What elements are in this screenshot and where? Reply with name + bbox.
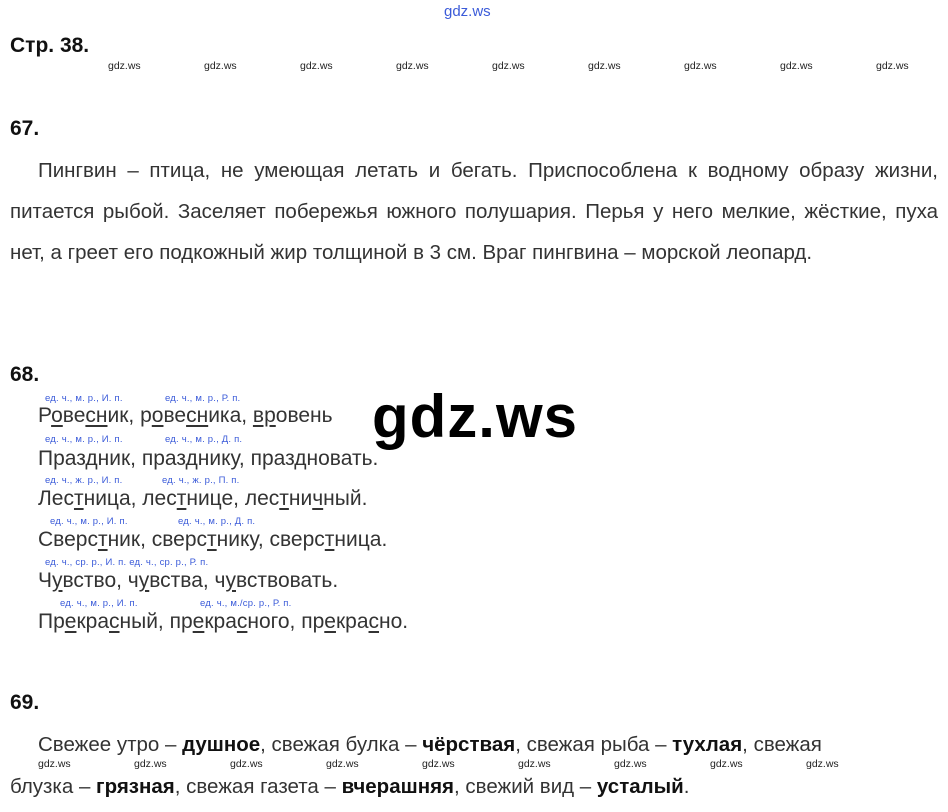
annotation: ед. ч., м. р., И. п. [50, 516, 128, 527]
word-row-1: Ровесник, ровесника, вровень [38, 404, 333, 427]
exercise-69-line-2: блузка – грязная, свежая газета – вчераш… [10, 775, 690, 798]
small-watermark: gdz.ws [38, 758, 71, 770]
small-watermark: gdz.ws [710, 758, 743, 770]
annotation: ед. ч., ср. р., И. п. ед. ч., ср. р., Р.… [45, 557, 209, 568]
word-row-3: Лестница, лестнице, лестничный. [38, 487, 368, 510]
small-watermark: gdz.ws [396, 60, 429, 72]
exercise-67-number: 67. [10, 117, 40, 140]
annotation: ед. ч., м. р., Р. п. [165, 393, 241, 404]
small-watermark: gdz.ws [780, 60, 813, 72]
small-watermark: gdz.ws [588, 60, 621, 72]
small-watermark: gdz.ws [300, 60, 333, 72]
small-watermark: gdz.ws [108, 60, 141, 72]
annotation: ед. ч., ж. р., П. п. [162, 475, 240, 486]
annotation: ед. ч., м. р., И. п. [45, 434, 123, 445]
small-watermark: gdz.ws [806, 758, 839, 770]
small-watermark: gdz.ws [134, 758, 167, 770]
small-watermark: gdz.ws [518, 758, 551, 770]
small-watermark: gdz.ws [876, 60, 909, 72]
word-row-2: Праздник, празднику, праздновать. [38, 447, 379, 470]
small-watermark: gdz.ws [684, 60, 717, 72]
small-watermark: gdz.ws [614, 758, 647, 770]
small-watermark: gdz.ws [204, 60, 237, 72]
word-row-4: Сверстник, сверстнику, сверстница. [38, 528, 388, 551]
exercise-67-paragraph: Пингвин – птица, не умеющая летать и бег… [10, 159, 938, 264]
annotation: ед. ч., м. р., Д. п. [178, 516, 256, 527]
exercise-69-number: 69. [10, 691, 40, 714]
small-watermark: gdz.ws [230, 758, 263, 770]
top-watermark: gdz.ws [444, 3, 491, 20]
page-reference: Стр. 38. [10, 34, 90, 57]
annotation: ед. ч., м. р., И. п. [45, 393, 123, 404]
annotation: ед. ч., м. р., Д. п. [165, 434, 243, 445]
exercise-67-text: Пингвин – птица, не умеющая летать и бег… [10, 150, 938, 273]
exercise-68-number: 68. [10, 363, 40, 386]
annotation: ед. ч., ж. р., И. п. [45, 475, 123, 486]
word-row-6: Прекрасный, прекрасного, прекрасно. [38, 610, 409, 633]
annotation: ед. ч., м. р., И. п. [60, 598, 138, 609]
word-row-5: Чувство, чувства, чувствовать. [38, 569, 339, 592]
small-watermark: gdz.ws [492, 60, 525, 72]
small-watermark: gdz.ws [326, 758, 359, 770]
annotation: ед. ч., м./ср. р., Р. п. [200, 598, 292, 609]
small-watermark: gdz.ws [422, 758, 455, 770]
center-watermark: gdz.ws [372, 383, 579, 450]
exercise-69-line-1: Свежее утро – душное, свежая булка – чёр… [38, 733, 822, 756]
